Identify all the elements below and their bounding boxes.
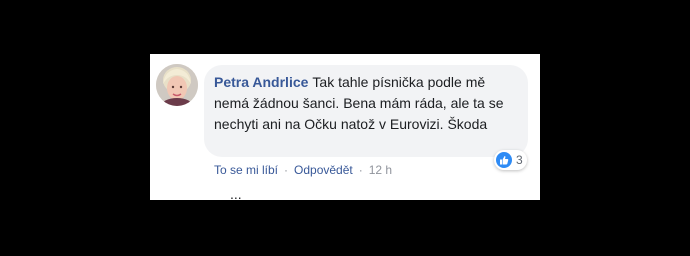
- like-link[interactable]: To se mi líbí: [214, 163, 278, 177]
- reply-link[interactable]: Odpovědět: [294, 163, 353, 177]
- avatar[interactable]: [156, 64, 198, 106]
- next-comment-text: ...: [230, 194, 242, 200]
- next-comment-fragment: ...: [150, 194, 540, 200]
- separator-dot: ·: [358, 163, 363, 177]
- comment-bubble: Petra Andrlice Tak tahle písnička podle m…: [204, 65, 528, 157]
- comment-actions: To se mi líbí · Odpovědět · 12 h: [214, 163, 392, 177]
- reaction-count: 3: [516, 153, 523, 167]
- reaction-badge[interactable]: 3: [494, 150, 527, 170]
- timestamp-link[interactable]: 12 h: [369, 163, 392, 177]
- avatar-photo-icon: [156, 64, 198, 106]
- comment-author-link[interactable]: Petra Andrlice: [214, 74, 308, 90]
- like-icon: [496, 152, 512, 168]
- separator-dot: ·: [284, 163, 289, 177]
- comment-panel: Petra Andrlice Tak tahle písnička podle m…: [150, 54, 540, 200]
